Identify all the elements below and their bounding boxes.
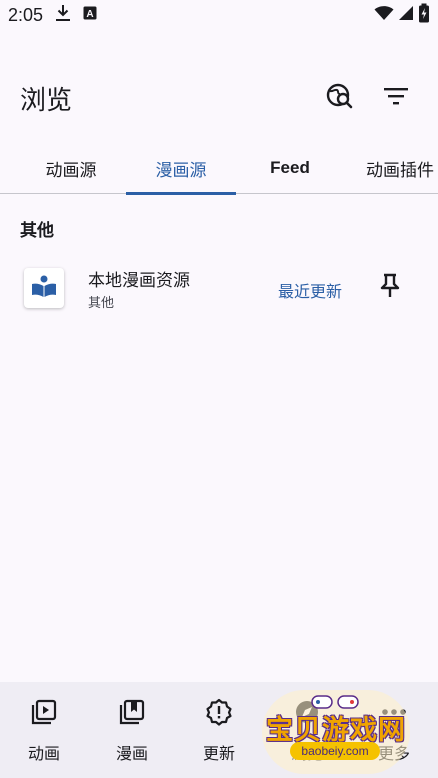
play-library-icon bbox=[30, 698, 58, 726]
tab-label: 动画源 bbox=[45, 160, 97, 181]
status-right bbox=[374, 3, 430, 27]
book-library-icon bbox=[118, 698, 146, 726]
download-icon bbox=[55, 4, 71, 27]
battery-charging-icon bbox=[418, 3, 430, 27]
tab-anime-sources[interactable]: 动画源 bbox=[16, 142, 126, 194]
source-language: 其他 bbox=[88, 296, 115, 311]
tab-anime-extensions[interactable]: 动画插件 bbox=[344, 142, 438, 194]
nav-item-anime[interactable]: 动画 bbox=[0, 682, 88, 778]
book-reader-icon bbox=[31, 274, 57, 302]
svg-text:A: A bbox=[86, 9, 93, 20]
alert-circle-icon bbox=[205, 698, 233, 726]
tab-feed[interactable]: Feed bbox=[236, 142, 344, 194]
tab-manga-sources[interactable]: 漫画源 bbox=[126, 142, 236, 195]
source-name: 本地漫画资源 bbox=[88, 271, 190, 291]
filter-icon bbox=[384, 87, 408, 109]
source-tabs: 动画源 漫画源 Feed 动画插件 bbox=[0, 142, 438, 195]
section-header: 其他 bbox=[20, 221, 54, 241]
tab-label: 漫画源 bbox=[155, 160, 207, 181]
nav-label: 更新 bbox=[202, 744, 235, 763]
watermark-logo: 宝贝游戏网 baobeiy.com bbox=[262, 690, 410, 774]
global-search-button[interactable] bbox=[318, 76, 362, 120]
signal-icon bbox=[398, 5, 414, 25]
status-time: 2:05 bbox=[8, 4, 44, 25]
notification-a-icon: A bbox=[83, 5, 97, 25]
source-list-item[interactable]: 本地漫画资源 其他 最近更新 bbox=[0, 258, 438, 320]
pin-button[interactable] bbox=[372, 270, 408, 306]
nav-item-updates[interactable]: 更新 bbox=[175, 682, 263, 778]
nav-label: 漫画 bbox=[115, 744, 148, 763]
tab-label: Feed bbox=[270, 158, 310, 177]
status-left: 2:05 A bbox=[8, 4, 97, 27]
latest-button[interactable]: 最近更新 bbox=[278, 278, 342, 302]
pin-icon bbox=[379, 273, 401, 303]
tab-label: 动画插件 bbox=[366, 160, 434, 181]
tab-active-indicator bbox=[126, 192, 236, 195]
page-title: 浏览 bbox=[20, 85, 73, 116]
status-bar: 2:05 A bbox=[0, 0, 438, 30]
wifi-icon bbox=[374, 5, 394, 25]
filter-button[interactable] bbox=[374, 76, 418, 120]
watermark-url: baobeiy.com bbox=[290, 742, 380, 760]
top-app-bar: 浏览 bbox=[0, 72, 438, 124]
nav-label: 动画 bbox=[27, 744, 60, 763]
globe-search-icon bbox=[326, 82, 354, 114]
source-icon bbox=[24, 268, 64, 308]
nav-item-manga[interactable]: 漫画 bbox=[88, 682, 176, 778]
